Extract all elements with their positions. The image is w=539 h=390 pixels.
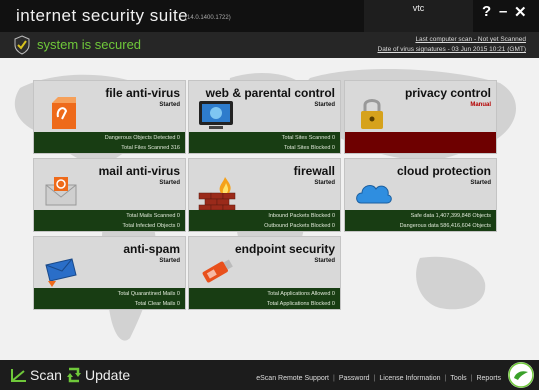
password-link[interactable]: Password — [339, 375, 370, 382]
reports-link[interactable]: Reports — [476, 375, 501, 382]
tile-stat-1: Total Applications Allowed 0 — [267, 291, 335, 297]
tile-web-parental-control[interactable]: web & parental control Started Total Sit… — [188, 80, 341, 154]
separator: | — [333, 375, 335, 382]
spam-mail-icon — [45, 258, 77, 287]
app-version: (14.0.1400.1722) — [185, 15, 231, 21]
update-icon[interactable] — [66, 366, 82, 384]
tile-stat-1: Total Mails Scanned 0 — [126, 213, 180, 219]
tile-footer: Total Quarantined Mails 0 Total Clear Ma… — [34, 288, 185, 309]
signatures-link[interactable]: Date of virus signatures - 03 Jun 2015 1… — [378, 45, 527, 55]
tile-stat-2: Total Sites Blocked 0 — [283, 145, 335, 151]
bottom-bar: Scan Update eScan Remote Support | Passwor… — [0, 360, 539, 390]
scan-icon[interactable] — [10, 367, 28, 383]
license-information-link[interactable]: License Information — [379, 375, 440, 382]
tile-file-anti-virus[interactable]: file anti-virus Started Dangerous Object… — [33, 80, 186, 154]
tile-status: Started — [314, 258, 335, 264]
tile-stat-2: Total Infected Objects 0 — [122, 223, 180, 229]
tile-stat-2: Total Applications Blocked 0 — [266, 301, 335, 307]
tile-stat-1: Safe data 1,407,399,848 Objects — [410, 213, 491, 219]
tile-status: Started — [470, 180, 491, 186]
tools-link[interactable]: Tools — [450, 375, 466, 382]
tile-footer: Inbound Packets Blocked 0 Outbound Packe… — [189, 210, 340, 231]
tile-title: firewall — [293, 164, 335, 178]
separator: | — [470, 375, 473, 382]
status-bar: system is secured Last computer scan - N… — [0, 32, 539, 58]
padlock-icon — [361, 99, 383, 129]
tile-stat-2: Outbound Packets Blocked 0 — [264, 223, 335, 229]
separator: | — [373, 375, 376, 382]
tile-anti-spam[interactable]: anti-spam Started Total Quarantined Mail… — [33, 236, 186, 310]
tile-firewall[interactable]: firewall Started Inbound Packets Blocked… — [188, 158, 341, 232]
shield-check-icon — [14, 35, 30, 55]
separator: | — [444, 375, 447, 382]
tile-endpoint-security[interactable]: endpoint security Started Total Applicat… — [188, 236, 341, 310]
tile-stat-2: Total Files Scanned 316 — [121, 145, 180, 151]
tile-footer: Total Applications Allowed 0 Total Appli… — [189, 288, 340, 309]
close-button[interactable]: ✕ — [514, 3, 527, 21]
tile-cloud-protection[interactable]: cloud protection Started Safe data 1,407… — [344, 158, 497, 232]
tile-stat-1: Dangerous Objects Detected 0 — [104, 135, 180, 141]
tile-privacy-control[interactable]: privacy control Manual — [344, 80, 497, 154]
tile-mail-anti-virus[interactable]: mail anti-virus Started Total Mails Scan… — [33, 158, 186, 232]
last-scan-link[interactable]: Last computer scan - Not yet Scanned — [378, 35, 526, 45]
footer-links: eScan Remote Support | Password | License In… — [254, 375, 503, 382]
title-bar: internet security suite (14.0.1400.1722)… — [0, 0, 539, 32]
tile-title: anti-spam — [123, 242, 180, 256]
security-status: system is secured — [37, 37, 142, 52]
tile-status: Started — [159, 102, 180, 108]
usb-drive-icon — [202, 259, 233, 283]
tile-title: privacy control — [404, 86, 491, 100]
tile-status: Manual — [470, 102, 491, 108]
tile-title: web & parental control — [205, 86, 335, 100]
tile-footer — [345, 132, 496, 153]
cloud-icon — [356, 185, 392, 204]
tile-footer: Total Mails Scanned 0 Total Infected Obj… — [34, 210, 185, 231]
tile-title: cloud protection — [397, 164, 491, 178]
user-name[interactable]: vtc — [364, 3, 473, 13]
tile-title: endpoint security — [234, 242, 335, 256]
update-button[interactable]: Update — [85, 367, 130, 383]
tile-stat-2: Total Clear Mails 0 — [134, 301, 180, 307]
remote-support-link[interactable]: eScan Remote Support — [256, 375, 329, 382]
tile-footer: Safe data 1,407,399,848 Objects Dangerou… — [345, 210, 496, 231]
tile-stat-1: Total Quarantined Mails 0 — [117, 291, 180, 297]
minimize-button[interactable]: – — [499, 3, 507, 20]
tile-footer: Dangerous Objects Detected 0 Total Files… — [34, 132, 185, 153]
monitor-globe-icon — [199, 101, 233, 129]
tile-status: Started — [314, 102, 335, 108]
tile-stat-1: Total Sites Scanned 0 — [281, 135, 335, 141]
envelope-icon — [45, 177, 77, 206]
tile-stat-1: Inbound Packets Blocked 0 — [268, 213, 335, 219]
tile-title: mail anti-virus — [98, 164, 180, 178]
tile-stat-2: Dangerous data 586,416,604 Objects — [399, 223, 491, 229]
tile-footer: Total Sites Scanned 0 Total Sites Blocke… — [189, 132, 340, 153]
app-title: internet security suite — [16, 6, 189, 25]
help-button[interactable]: ? — [482, 3, 491, 20]
file-anti-virus-icon — [52, 97, 76, 129]
firewall-icon — [198, 177, 236, 211]
status-links: Last computer scan - Not yet Scanned Dat… — [378, 35, 527, 55]
tile-title: file anti-virus — [105, 86, 180, 100]
tile-status: Started — [159, 180, 180, 186]
tile-status: Started — [314, 180, 335, 186]
escan-logo-icon[interactable] — [508, 362, 534, 388]
tile-status: Started — [159, 258, 180, 264]
scan-button[interactable]: Scan — [30, 367, 62, 383]
